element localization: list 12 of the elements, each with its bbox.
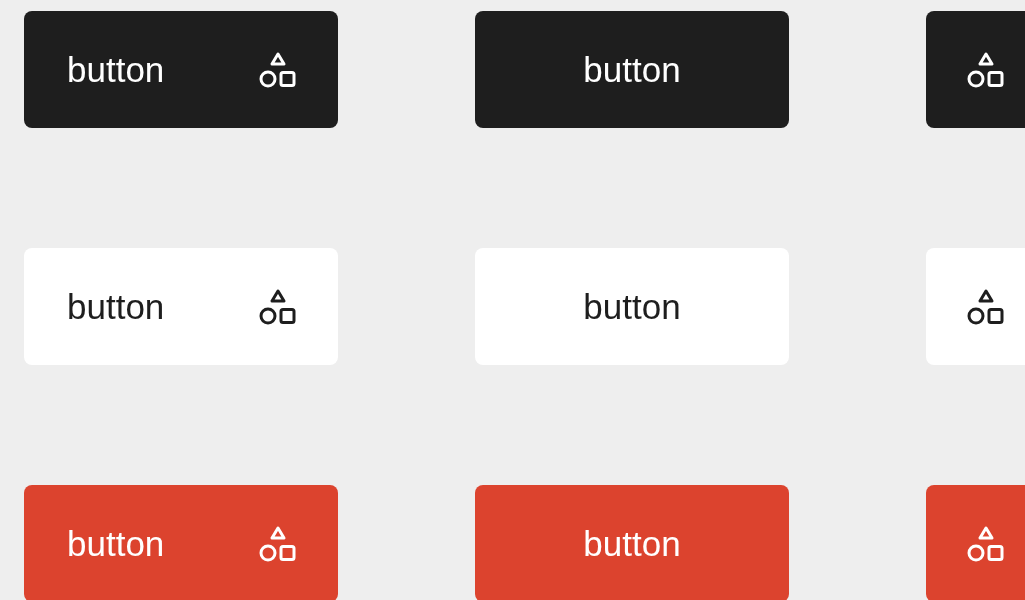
button[interactable]: button [24,485,338,600]
button[interactable]: button [475,11,789,128]
shapes-icon [966,524,1006,563]
button[interactable]: button [24,11,338,128]
shapes-icon [966,50,1006,89]
button[interactable]: button [24,248,338,365]
button[interactable]: button [475,485,789,600]
shapes-icon [258,287,298,326]
button[interactable]: button [475,248,789,365]
shapes-icon [258,50,298,89]
shapes-icon [258,524,298,563]
shapes-icon [966,287,1006,326]
